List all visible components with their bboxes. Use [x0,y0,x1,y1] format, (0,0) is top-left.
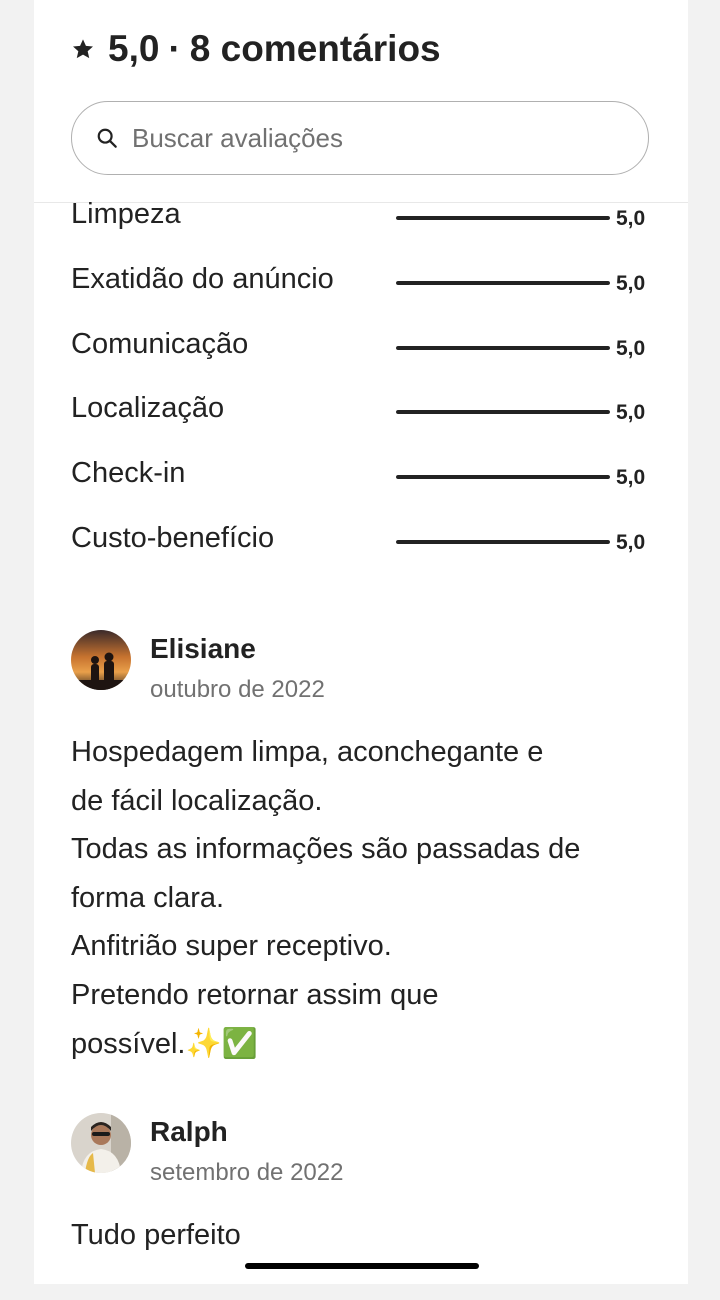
rating-score: 5,0 [616,336,646,360]
avatar-photo [71,630,131,690]
review-text-line: Hospedagem limpa, aconchegante e [71,736,544,768]
overall-rating: 5,0 [108,28,160,69]
category-ratings: Limpeza 5,0 Exatidão do anúncio 5,0 Comu… [34,190,688,579]
title-separator: · [168,28,181,69]
rating-bar-fill [396,345,610,350]
reviewer-name: Ralph [150,1116,228,1147]
review-text-line: Tudo perfeito [71,1219,241,1251]
review-text-line: de fácil localização. [71,784,323,817]
rating-row-checkin: Check-in 5,0 [34,449,688,514]
rating-bar-fill [396,410,610,415]
avatar[interactable] [71,1113,131,1173]
search-input[interactable] [132,122,612,154]
rating-score: 5,0 [616,466,646,490]
rating-bar-fill [396,280,610,285]
rating-bar-fill [396,475,610,480]
review-text-line: possível.✨✅ [71,1027,258,1060]
avatar-photo [71,1113,131,1173]
rating-label: Limpeza [71,198,181,230]
reviews-sheet: 5,0 · 8 comentários Limpeza 5,0 Exatidão… [34,0,688,1284]
rating-score: 5,0 [616,401,646,425]
review-text: Hospedagem limpa, aconchegante e de fáci… [71,728,661,1068]
reviews-header: 5,0 · 8 comentários [34,0,688,203]
reviewer-name: Elisiane [150,633,256,664]
review-text: Tudo perfeito [71,1211,661,1260]
rating-bar [396,345,610,350]
rating-label: Localização [71,392,225,425]
review-text-line: Anfitrião super receptivo. [71,930,392,963]
rating-bar-fill [396,216,610,220]
rating-bar [396,475,610,480]
rating-row-localizacao: Localização 5,0 [34,384,688,449]
rating-row-limpeza: Limpeza 5,0 [34,190,688,255]
comments-count: 8 comentários [189,28,441,69]
rating-bar [396,216,610,220]
rating-row-exatidao: Exatidão do anúncio 5,0 [34,255,688,320]
rating-label: Comunicação [71,327,249,360]
rating-bar [396,539,610,544]
review-date: setembro de 2022 [150,1159,344,1186]
rating-bar [396,280,610,285]
rating-label: Check-in [71,457,186,490]
rating-score: 5,0 [616,530,646,554]
review-date: outubro de 2022 [150,676,325,703]
rating-score: 5,0 [616,207,646,230]
rating-label: Custo-benefício [71,521,275,554]
star-icon [73,39,93,59]
review-text-line: Pretendo retornar assim que [71,978,439,1011]
reviews-title: 5,0 · 8 comentários [72,28,441,70]
rating-score: 5,0 [616,271,646,295]
home-indicator[interactable] [245,1263,479,1269]
rating-row-comunicacao: Comunicação 5,0 [34,320,688,385]
review-text-line: Todas as informações são passadas de [71,833,581,866]
review-text-line: forma clara. [71,881,225,914]
search-icon [97,128,117,148]
rating-row-custo-beneficio: Custo-benefício 5,0 [34,514,688,579]
search-box[interactable] [71,101,649,175]
rating-bar-fill [396,539,610,544]
rating-bar [396,410,610,415]
rating-label: Exatidão do anúncio [71,262,334,295]
avatar[interactable] [71,630,131,690]
